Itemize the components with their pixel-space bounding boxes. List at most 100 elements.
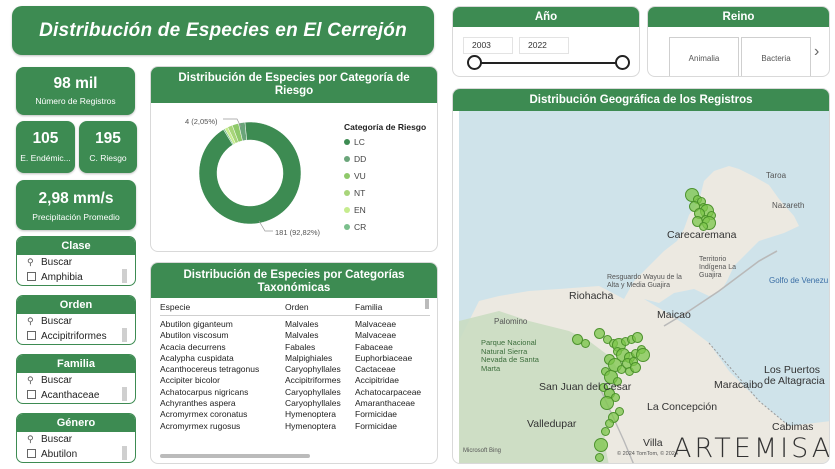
table-row[interactable]: Achyranthes aspera Caryophyllales Amaranth… (160, 398, 430, 409)
donut-slice-lc[interactable] (198, 121, 302, 225)
map-label-valledupar: Valledupar (527, 418, 577, 430)
slicer-orden-search-text: Buscar (41, 316, 73, 327)
slicer-familia-search-text: Buscar (41, 375, 73, 386)
cell-orden: Malvales (285, 319, 319, 329)
checkbox[interactable] (27, 449, 36, 458)
slicer-clase-item-label: Amphibia (41, 272, 83, 283)
slicer-orden-item[interactable]: Accipitriformes (17, 329, 135, 344)
slicer-familia[interactable]: Familia ⚲ Buscar Acanthaceae (16, 354, 136, 404)
kpi-endemicas-label: E. Endémic... (20, 153, 71, 163)
table-row[interactable]: Acanthocereus tetragonus Caryophyllales Ca… (160, 364, 430, 375)
year-slider-handle-start[interactable] (467, 55, 482, 70)
cell-especie: Abutilon viscosum (160, 330, 229, 341)
cell-orden: Malvales (285, 330, 319, 341)
table-row[interactable]: Acalypha cuspidata Malpighiales Euphorbiac… (160, 353, 430, 364)
col-orden-header[interactable]: Orden (285, 299, 355, 315)
legend-item-lc[interactable]: LC (344, 137, 365, 147)
scrollbar[interactable] (122, 446, 127, 460)
year-slider-track (473, 62, 621, 64)
tax-table-title: Distribución de Especies por Categorías … (151, 263, 437, 298)
cell-familia: Malvaceae (355, 330, 397, 341)
cell-familia: Formicidae (355, 409, 398, 420)
map-marker[interactable] (580, 338, 590, 348)
table-row[interactable]: Accipiter bicolor Accipitriformes Accipitr… (160, 375, 430, 386)
legend-item-en[interactable]: EN (344, 205, 366, 215)
legend-item-cr[interactable]: CR (344, 222, 366, 232)
cell-orden: Hymenoptera (285, 420, 337, 431)
cell-especie: Acromyrmex rugosus (160, 420, 241, 431)
table-row[interactable]: Achatocarpus nigricans Caryophyllales Acha… (160, 387, 430, 398)
search-icon: ⚲ (27, 375, 34, 385)
map-label-maicao: Maicao (657, 309, 691, 321)
checkbox[interactable] (27, 331, 36, 340)
slicer-genero-search[interactable]: ⚲ Buscar (17, 432, 135, 447)
slicer-clase-title: Clase (17, 237, 135, 255)
map-card: Distribución Geográfica de los Registros… (452, 88, 830, 464)
scrollbar[interactable] (122, 328, 127, 342)
slicer-clase-search[interactable]: ⚲ Buscar (17, 255, 135, 270)
map-marker[interactable] (631, 331, 643, 343)
reino-item-bacteria[interactable]: Bacteria (741, 37, 811, 76)
slicer-orden[interactable]: Orden ⚲ Buscar Accipitriformes (16, 295, 136, 345)
map-marker[interactable] (600, 426, 610, 436)
scrollbar[interactable] (122, 269, 127, 283)
map-marker[interactable] (594, 438, 608, 452)
legend-dot (344, 139, 350, 145)
cell-especie: Achyranthes aspera (160, 398, 236, 409)
year-start-input[interactable]: 2003 (463, 37, 513, 54)
col-familia-header[interactable]: Familia (355, 299, 430, 315)
kpi-precipitacion: 2,98 mm/s Precipitación Promedio (16, 180, 136, 230)
map-label-nazareth: Nazareth (772, 201, 805, 210)
map-marker[interactable] (600, 396, 614, 410)
map-marker[interactable] (629, 361, 641, 373)
cell-orden: Hymenoptera (285, 409, 337, 420)
table-row[interactable]: Acacia decurrens Fabales Fabaceae (160, 342, 430, 353)
slicer-familia-item[interactable]: Acanthaceae (17, 388, 135, 403)
map-marker[interactable] (594, 452, 604, 462)
legend-item-dd[interactable]: DD (344, 154, 366, 164)
year-slider-handle-end[interactable] (615, 55, 630, 70)
slicer-clase[interactable]: Clase ⚲ Buscar Amphibia (16, 236, 136, 286)
slicer-genero-item[interactable]: Abutilon (17, 447, 135, 462)
table-scrollbar-h[interactable] (160, 454, 310, 458)
slicer-genero[interactable]: Género ⚲ Buscar Abutilon (16, 413, 136, 463)
year-slicer[interactable]: Año 2003 2022 (452, 6, 640, 77)
search-icon: ⚲ (27, 316, 34, 326)
table-row[interactable]: Acromyrmex coronatus Hymenoptera Formicida… (160, 409, 430, 420)
table-header: Especie Orden Familia (160, 299, 430, 316)
map-canvas[interactable]: Taroa Nazareth Carecaremana Territorio I… (459, 111, 830, 464)
table-row[interactable]: Abutilon viscosum Malvales Malvaceae (160, 330, 430, 341)
cell-orden: Caryophyllales (285, 398, 341, 409)
cell-especie: Abutilon giganteum (160, 319, 233, 329)
col-especie-header[interactable]: Especie (160, 299, 285, 315)
legend-item-nt[interactable]: NT (344, 188, 365, 198)
slicer-orden-search[interactable]: ⚲ Buscar (17, 314, 135, 329)
reino-slicer[interactable]: Reino Animalia Bacteria › (647, 6, 830, 77)
tax-table: Especie Orden Familia Abutilon giganteum… (160, 299, 430, 432)
legend-dot (344, 173, 350, 179)
slicer-orden-item-label: Accipitriformes (41, 331, 107, 342)
checkbox[interactable] (27, 272, 36, 281)
brand-logo: ARTEMISA (673, 433, 830, 464)
slicer-clase-item[interactable]: Amphibia (17, 270, 135, 285)
legend-item-vu[interactable]: VU (344, 171, 366, 181)
table-scrollbar-v[interactable] (425, 299, 429, 309)
table-row[interactable]: Acromyrmex rugosus Hymenoptera Formicidae (160, 421, 430, 432)
reino-item-animalia[interactable]: Animalia (669, 37, 739, 76)
legend-label: VU (354, 171, 366, 181)
cell-familia: Malvaceae (355, 319, 397, 329)
scrollbar[interactable] (122, 387, 127, 401)
year-end-input[interactable]: 2022 (519, 37, 569, 54)
map-label-riohacha: Riohacha (569, 290, 614, 302)
slicer-familia-search[interactable]: ⚲ Buscar (17, 373, 135, 388)
cell-familia: Amaranthaceae (355, 398, 416, 409)
legend-dot (344, 156, 350, 162)
search-icon: ⚲ (27, 434, 34, 444)
chevron-right-icon[interactable]: › (814, 43, 819, 61)
table-row[interactable]: Abutilon giganteum Malvales Malvaceae (160, 319, 430, 330)
risk-chart-card: Distribución de Especies por Categoría d… (150, 66, 438, 252)
checkbox[interactable] (27, 390, 36, 399)
cell-familia: Euphorbiaceae (355, 352, 413, 363)
map-label-territorio: Territorio Indígena La Guajira (699, 256, 736, 279)
map-marker[interactable] (636, 348, 650, 362)
